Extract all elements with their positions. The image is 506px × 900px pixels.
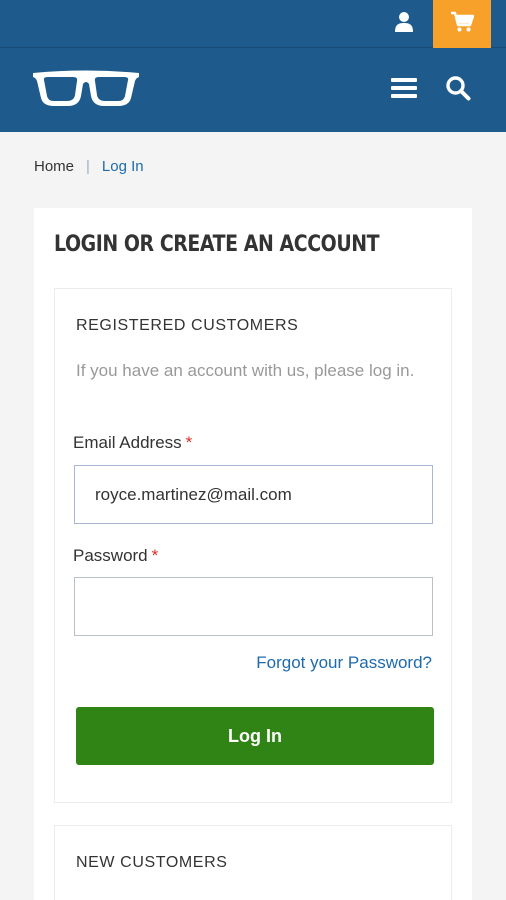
password-field[interactable]: [74, 577, 433, 636]
site-logo[interactable]: [30, 68, 142, 110]
breadcrumb-home-link[interactable]: Home: [34, 158, 74, 175]
hamburger-menu-icon: [391, 77, 417, 104]
email-field[interactable]: [74, 465, 433, 524]
required-mark: *: [151, 546, 159, 565]
email-label-text: Email Address: [73, 433, 182, 452]
required-mark: *: [185, 433, 193, 452]
password-label: Password *: [73, 546, 158, 566]
page-title: LOGIN OR CREATE AN ACCOUNT: [54, 232, 380, 257]
login-button[interactable]: Log In: [76, 707, 434, 765]
login-intro-text: If you have an account with us, please l…: [76, 361, 415, 380]
site-header: [0, 48, 506, 132]
email-label: Email Address *: [73, 433, 192, 453]
new-customers-title: NEW CUSTOMERS: [76, 854, 228, 871]
glasses-logo-icon: [30, 70, 142, 114]
password-label-text: Password: [73, 546, 148, 565]
account-button[interactable]: [384, 0, 424, 48]
search-icon: [445, 75, 471, 106]
user-icon: [394, 11, 414, 38]
breadcrumb: Home | Log In: [34, 158, 144, 175]
menu-button[interactable]: [386, 72, 422, 108]
top-utility-bar: [0, 0, 506, 48]
search-button[interactable]: [440, 72, 476, 108]
breadcrumb-current: Log In: [101, 158, 144, 175]
forgot-password-link[interactable]: Forgot your Password?: [256, 653, 432, 673]
breadcrumb-separator: |: [86, 158, 90, 175]
cart-button[interactable]: [433, 0, 491, 48]
registered-customers-title: REGISTERED CUSTOMERS: [76, 317, 299, 334]
cart-icon: [450, 11, 475, 38]
